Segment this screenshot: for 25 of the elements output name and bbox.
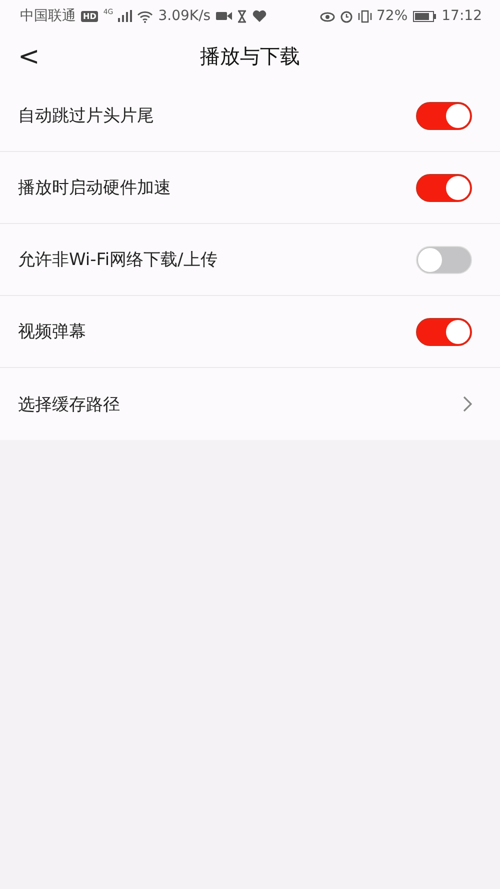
carrier-name: 中国联通 bbox=[20, 7, 76, 25]
setting-label: 选择缓存路径 bbox=[18, 394, 120, 416]
video-camera-icon bbox=[216, 11, 232, 21]
setting-label: 自动跳过片头片尾 bbox=[18, 105, 154, 127]
page-title: 播放与下载 bbox=[200, 42, 300, 70]
toggle-switch[interactable] bbox=[416, 318, 472, 346]
network-speed: 3.09K/s bbox=[158, 8, 211, 24]
battery-percent: 72% bbox=[376, 8, 408, 24]
toggle-switch[interactable] bbox=[416, 102, 472, 130]
toggle-switch[interactable] bbox=[416, 174, 472, 202]
back-button[interactable]: < bbox=[12, 40, 46, 74]
chevron-right-icon[interactable] bbox=[463, 396, 472, 412]
setting-label: 播放时启动硬件加速 bbox=[18, 177, 171, 199]
setting-label: 视频弹幕 bbox=[18, 321, 86, 343]
alarm-icon bbox=[340, 10, 353, 22]
battery-icon bbox=[412, 10, 437, 22]
setting-label: 允许非Wi-Fi网络下载/上传 bbox=[18, 249, 218, 271]
vibrate-icon bbox=[358, 10, 372, 22]
eye-icon bbox=[320, 10, 335, 22]
heart-icon bbox=[252, 10, 267, 22]
wifi-icon bbox=[137, 10, 154, 22]
hourglass-icon bbox=[236, 10, 247, 22]
signal-icon bbox=[118, 10, 132, 22]
hd-badge: HD bbox=[81, 10, 98, 22]
clock-time: 17:12 bbox=[442, 8, 482, 24]
